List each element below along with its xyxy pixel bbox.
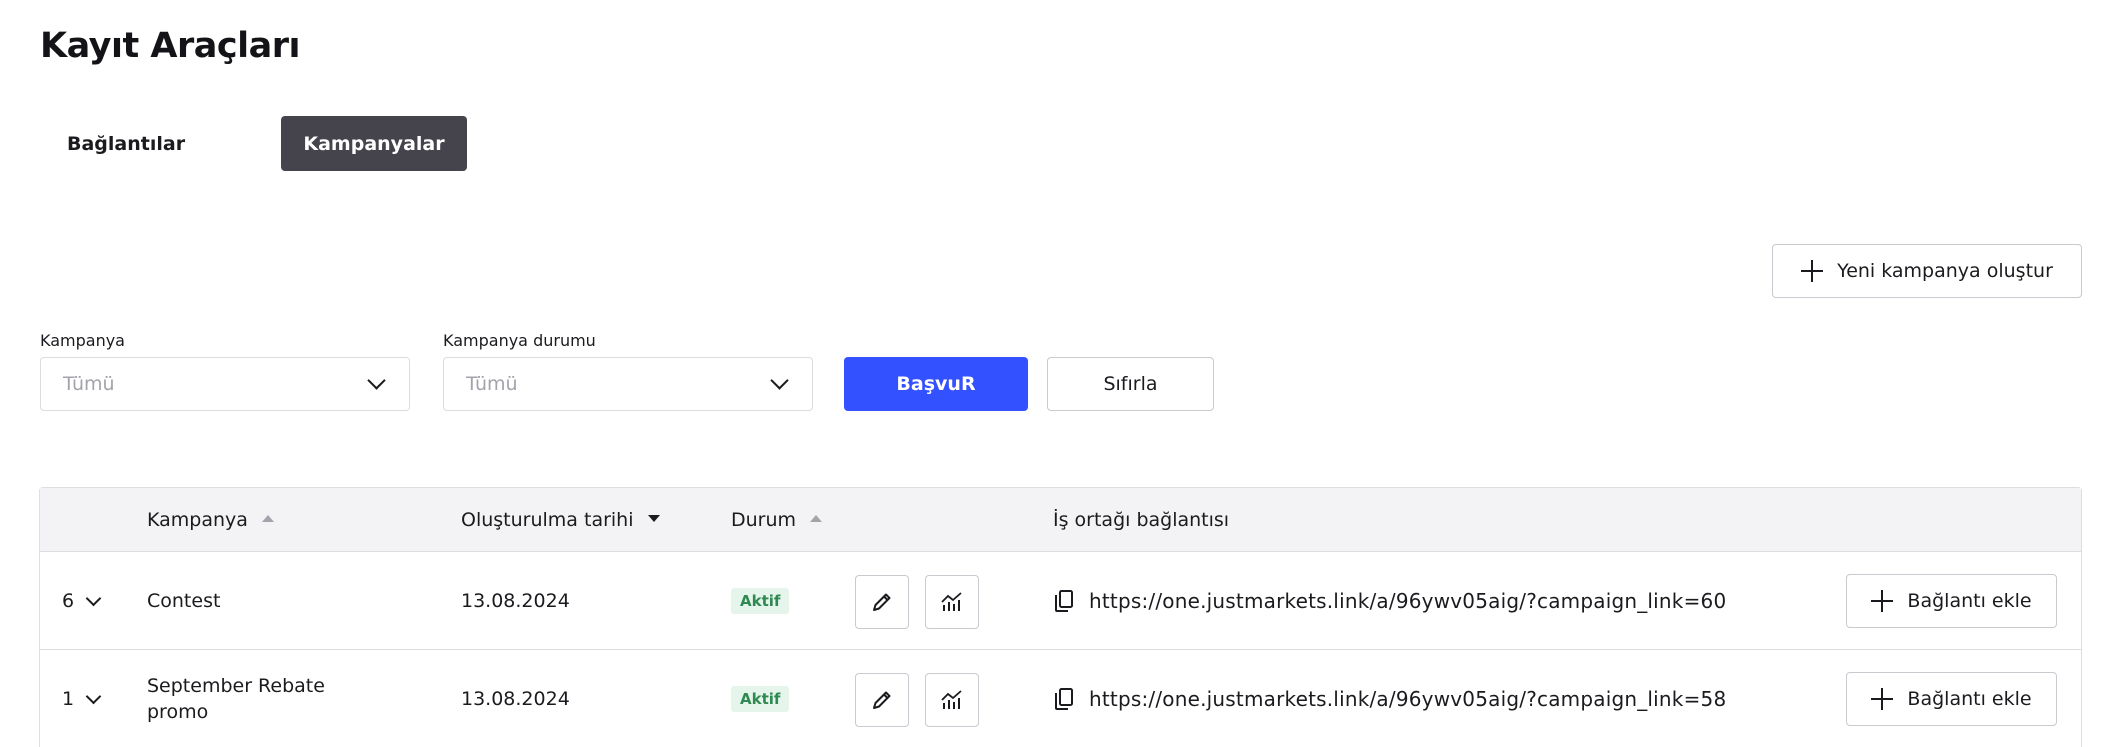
- column-header-partner-link-label: İş ortağı bağlantısı: [1053, 509, 1230, 531]
- partner-link-cell: https://one.justmarkets.link/a/96ywv05ai…: [1053, 552, 1726, 650]
- pencil-icon: [873, 691, 891, 709]
- copy-icon[interactable]: [1053, 687, 1075, 711]
- add-link-button[interactable]: Bağlantı ekle: [1846, 574, 2057, 628]
- statistics-button[interactable]: [925, 673, 979, 727]
- campaign-select-value: Tümü: [63, 373, 115, 395]
- partner-link[interactable]: https://one.justmarkets.link/a/96ywv05ai…: [1089, 687, 1726, 711]
- created-date: 13.08.2024: [461, 590, 570, 612]
- column-header-partner-link: İş ortağı bağlantısı: [1053, 488, 1229, 552]
- chevron-down-icon: [770, 371, 789, 390]
- pencil-icon: [873, 593, 891, 611]
- chevron-down-icon: [85, 688, 102, 704]
- partner-link[interactable]: https://one.justmarkets.link/a/96ywv05ai…: [1089, 589, 1726, 613]
- column-header-campaign[interactable]: Kampanya: [147, 488, 274, 552]
- campaigns-table: Kampanya Oluşturulma tarihi Durum İş ort…: [39, 487, 2082, 747]
- new-campaign-button[interactable]: Yeni kampanya oluştur: [1772, 244, 2082, 298]
- apply-button[interactable]: BaşvuR: [844, 357, 1028, 411]
- edit-button[interactable]: [855, 575, 909, 629]
- plus-icon: [1871, 688, 1894, 710]
- link-count: 1: [62, 688, 75, 710]
- status-badge: Aktif: [731, 588, 790, 614]
- column-header-created-date[interactable]: Oluşturulma tarihi: [461, 488, 660, 552]
- add-link-button[interactable]: Bağlantı ekle: [1846, 672, 2057, 726]
- status-cell: Aktif: [731, 650, 790, 747]
- table-row: 6 Contest 13.08.2024 Aktif https://one.j…: [40, 552, 2081, 650]
- plus-icon: [1871, 590, 1894, 612]
- table-header: Kampanya Oluşturulma tarihi Durum İş ort…: [40, 488, 2081, 552]
- created-date: 13.08.2024: [461, 688, 570, 710]
- link-count: 6: [62, 590, 75, 612]
- campaign-name: September Rebate promo: [147, 675, 325, 723]
- campaign-status-filter-label: Kampanya durumu: [443, 331, 596, 350]
- expand-row-toggle[interactable]: 1: [62, 650, 102, 747]
- tab-bar: Bağlantılar Kampanyalar: [40, 116, 467, 171]
- sort-desc-icon: [647, 514, 660, 522]
- campaign-select[interactable]: Tümü: [40, 357, 410, 411]
- campaign-filter-label: Kampanya: [40, 331, 125, 350]
- table-row: 1 September Rebate promo 13.08.2024 Akti…: [40, 650, 2081, 747]
- chevron-down-icon: [85, 590, 102, 606]
- tab-campaigns[interactable]: Kampanyalar: [281, 116, 467, 171]
- add-link-label: Bağlantı ekle: [1907, 590, 2032, 612]
- copy-icon[interactable]: [1053, 589, 1075, 613]
- column-header-status[interactable]: Durum: [731, 488, 823, 552]
- status-badge: Aktif: [731, 686, 790, 712]
- new-campaign-label: Yeni kampanya oluştur: [1837, 260, 2053, 282]
- column-header-created-date-label: Oluşturulma tarihi: [461, 509, 634, 531]
- plus-icon: [1801, 260, 1824, 282]
- tab-links[interactable]: Bağlantılar: [40, 116, 200, 171]
- column-header-campaign-label: Kampanya: [147, 509, 248, 531]
- chart-icon: [941, 592, 962, 611]
- sort-asc-icon: [810, 514, 823, 522]
- column-header-status-label: Durum: [731, 509, 797, 531]
- status-cell: Aktif: [731, 552, 790, 650]
- reset-button[interactable]: Sıfırla: [1047, 357, 1214, 411]
- edit-button[interactable]: [855, 673, 909, 727]
- page-title: Kayıt Araçları: [40, 26, 300, 66]
- add-link-label: Bağlantı ekle: [1907, 688, 2032, 710]
- campaign-name: Contest: [147, 590, 221, 612]
- campaign-status-select[interactable]: Tümü: [443, 357, 813, 411]
- sort-asc-icon: [261, 514, 274, 522]
- chevron-down-icon: [367, 371, 386, 390]
- expand-row-toggle[interactable]: 6: [62, 552, 102, 650]
- chart-icon: [941, 690, 962, 709]
- statistics-button[interactable]: [925, 575, 979, 629]
- partner-link-cell: https://one.justmarkets.link/a/96ywv05ai…: [1053, 650, 1726, 747]
- campaign-status-select-value: Tümü: [466, 373, 518, 395]
